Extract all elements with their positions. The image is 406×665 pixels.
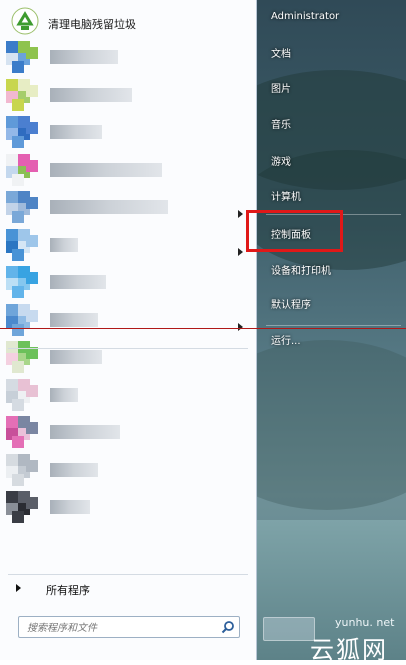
- places-item[interactable]: 游戏: [271, 153, 291, 168]
- start-menu-programs-panel: 清理电脑残留垃圾 所有程序: [0, 0, 257, 660]
- program-list-item[interactable]: [0, 76, 257, 114]
- blurred-program-label: [50, 87, 132, 102]
- search-icon[interactable]: [221, 620, 235, 634]
- program-list-item[interactable]: [0, 413, 257, 451]
- pinned-program-label: 清理电脑残留垃圾: [48, 18, 136, 31]
- places-item[interactable]: 音乐: [271, 116, 291, 131]
- program-icon: [6, 116, 38, 148]
- start-menu-places-panel: [257, 0, 406, 660]
- pinned-program-cleanup[interactable]: 清理电脑残留垃圾: [0, 2, 257, 40]
- menu-divider: [8, 348, 248, 349]
- program-list-item[interactable]: [0, 226, 257, 264]
- program-icon: [6, 416, 38, 448]
- program-list-item[interactable]: [0, 376, 257, 414]
- program-list-item[interactable]: [0, 301, 257, 339]
- program-icon: [6, 453, 38, 486]
- program-list-item[interactable]: [0, 451, 257, 489]
- program-list-item[interactable]: [0, 38, 257, 76]
- blurred-program-label: [50, 425, 120, 439]
- program-icon: [6, 78, 38, 111]
- places-item[interactable]: 计算机: [271, 188, 301, 203]
- blurred-program-label: [50, 462, 98, 477]
- program-icon: [6, 153, 38, 186]
- all-programs-label: 所有程序: [46, 584, 90, 597]
- program-icon: [6, 41, 38, 73]
- places-divider: [266, 325, 401, 326]
- blurred-program-label: [50, 125, 102, 139]
- blurred-program-label: [50, 387, 78, 402]
- program-icon: [6, 191, 38, 223]
- blurred-program-label: [50, 500, 90, 514]
- blurred-program-label: [50, 200, 168, 214]
- program-icon: [6, 378, 38, 411]
- search-input[interactable]: [25, 619, 219, 637]
- program-list-item[interactable]: [0, 113, 257, 151]
- submenu-arrow-icon[interactable]: [238, 210, 243, 218]
- blurred-program-label: [50, 50, 118, 64]
- watermark-url: yunhu. net: [335, 616, 395, 629]
- submenu-arrow-icon[interactable]: [238, 323, 243, 331]
- program-list-item[interactable]: [0, 263, 257, 301]
- places-item[interactable]: 设备和打印机: [271, 262, 331, 277]
- program-list-item[interactable]: [0, 151, 257, 189]
- all-programs-button[interactable]: 所有程序: [0, 576, 257, 600]
- places-item[interactable]: 运行...: [271, 332, 301, 347]
- program-icon: [6, 303, 38, 336]
- blurred-program-label: [50, 237, 78, 252]
- blurred-program-label: [50, 312, 98, 327]
- program-icon: [6, 491, 38, 523]
- program-list-item[interactable]: [0, 188, 257, 226]
- shutdown-button[interactable]: [263, 617, 315, 641]
- menu-divider: [8, 574, 248, 575]
- arrow-right-icon: [16, 584, 21, 592]
- search-box[interactable]: [18, 616, 240, 638]
- program-icon: [6, 228, 38, 261]
- program-list-item[interactable]: [0, 488, 257, 526]
- program-list-item[interactable]: [0, 338, 257, 376]
- recycle-icon: [11, 7, 39, 35]
- program-icon: [6, 341, 38, 373]
- blurred-program-label: [50, 350, 102, 364]
- places-item[interactable]: 文档: [271, 45, 291, 60]
- places-item[interactable]: Administrator: [271, 11, 339, 22]
- program-icon: [6, 266, 38, 298]
- background-mountain: [257, 340, 406, 510]
- blurred-program-label: [50, 275, 106, 289]
- submenu-arrow-icon[interactable]: [238, 248, 243, 256]
- places-item[interactable]: 默认程序: [271, 296, 311, 311]
- blurred-program-label: [50, 162, 162, 177]
- control-panel-highlight-box: [246, 210, 343, 252]
- annotation-red-line: [0, 328, 406, 329]
- places-item[interactable]: 图片: [271, 80, 291, 95]
